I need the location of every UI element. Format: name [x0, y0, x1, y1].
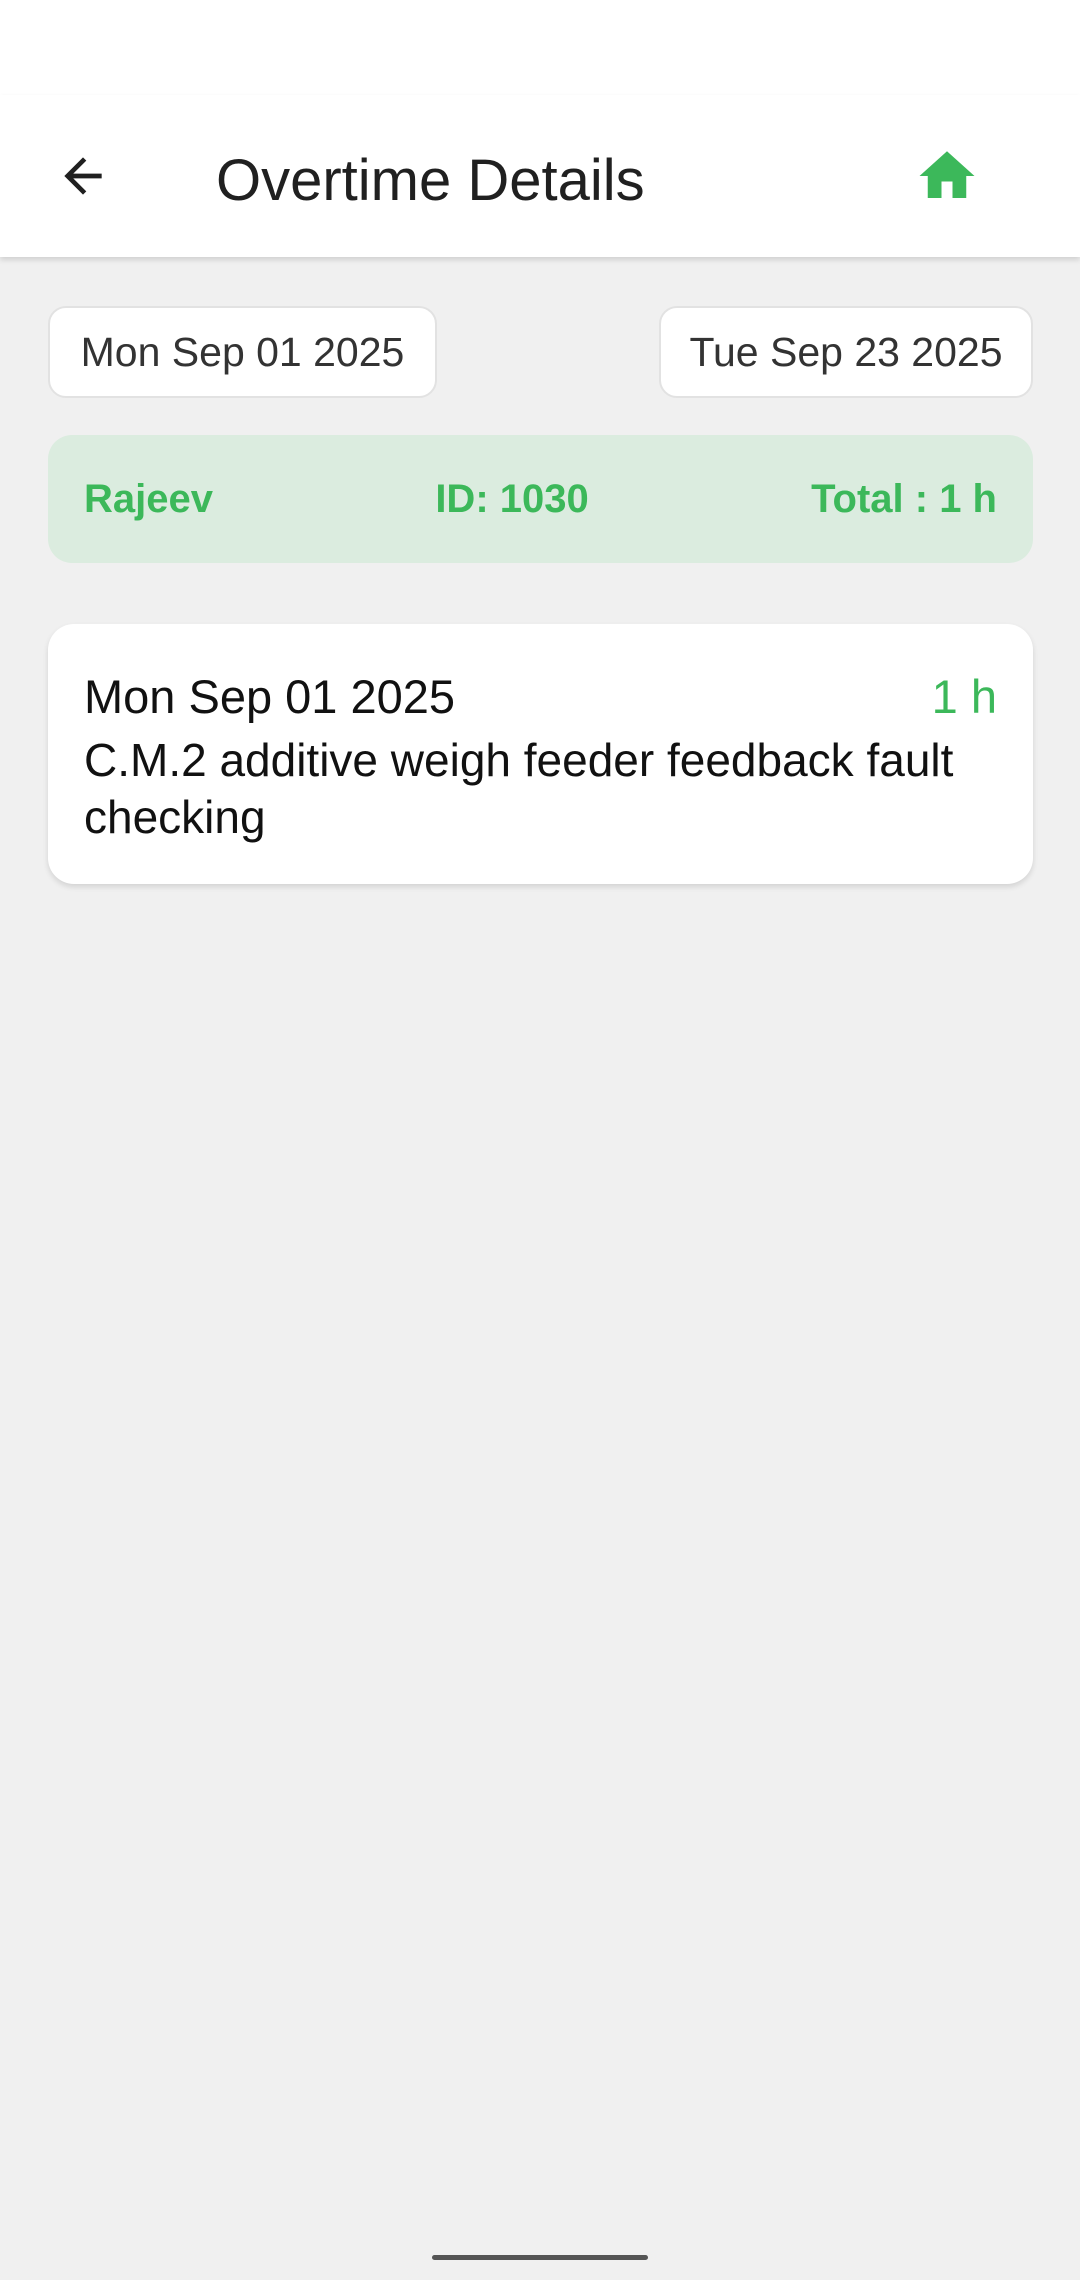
entry-date: Mon Sep 01 2025: [84, 669, 456, 723]
gesture-nav-handle[interactable]: [432, 2255, 648, 2260]
back-button[interactable]: [44, 137, 122, 215]
page-title: Overtime Details: [216, 148, 645, 213]
entry-description: C.M.2 additive weigh feeder feedback fau…: [84, 734, 954, 843]
from-date-picker[interactable]: Mon Sep 01 2025: [48, 306, 437, 398]
to-date-picker[interactable]: Tue Sep 23 2025: [659, 306, 1033, 398]
entry-header: Mon Sep 01 2025 1 h: [84, 664, 997, 728]
home-icon: [919, 151, 975, 198]
employee-id: ID: 1030: [435, 476, 589, 521]
summary-bar: Rajeev ID: 1030 Total : 1 h: [48, 435, 1033, 563]
status-bar: [0, 0, 1080, 95]
home-button[interactable]: [908, 137, 986, 215]
employee-name: Rajeev: [84, 476, 213, 521]
entry-hours: 1 h: [931, 669, 997, 723]
total-hours: Total : 1 h: [811, 476, 997, 521]
arrow-back-icon: [64, 157, 102, 195]
overtime-entry-card[interactable]: Mon Sep 01 2025 1 h C.M.2 additive weigh…: [48, 624, 1033, 884]
app-bar: Overtime Details: [0, 95, 1080, 257]
